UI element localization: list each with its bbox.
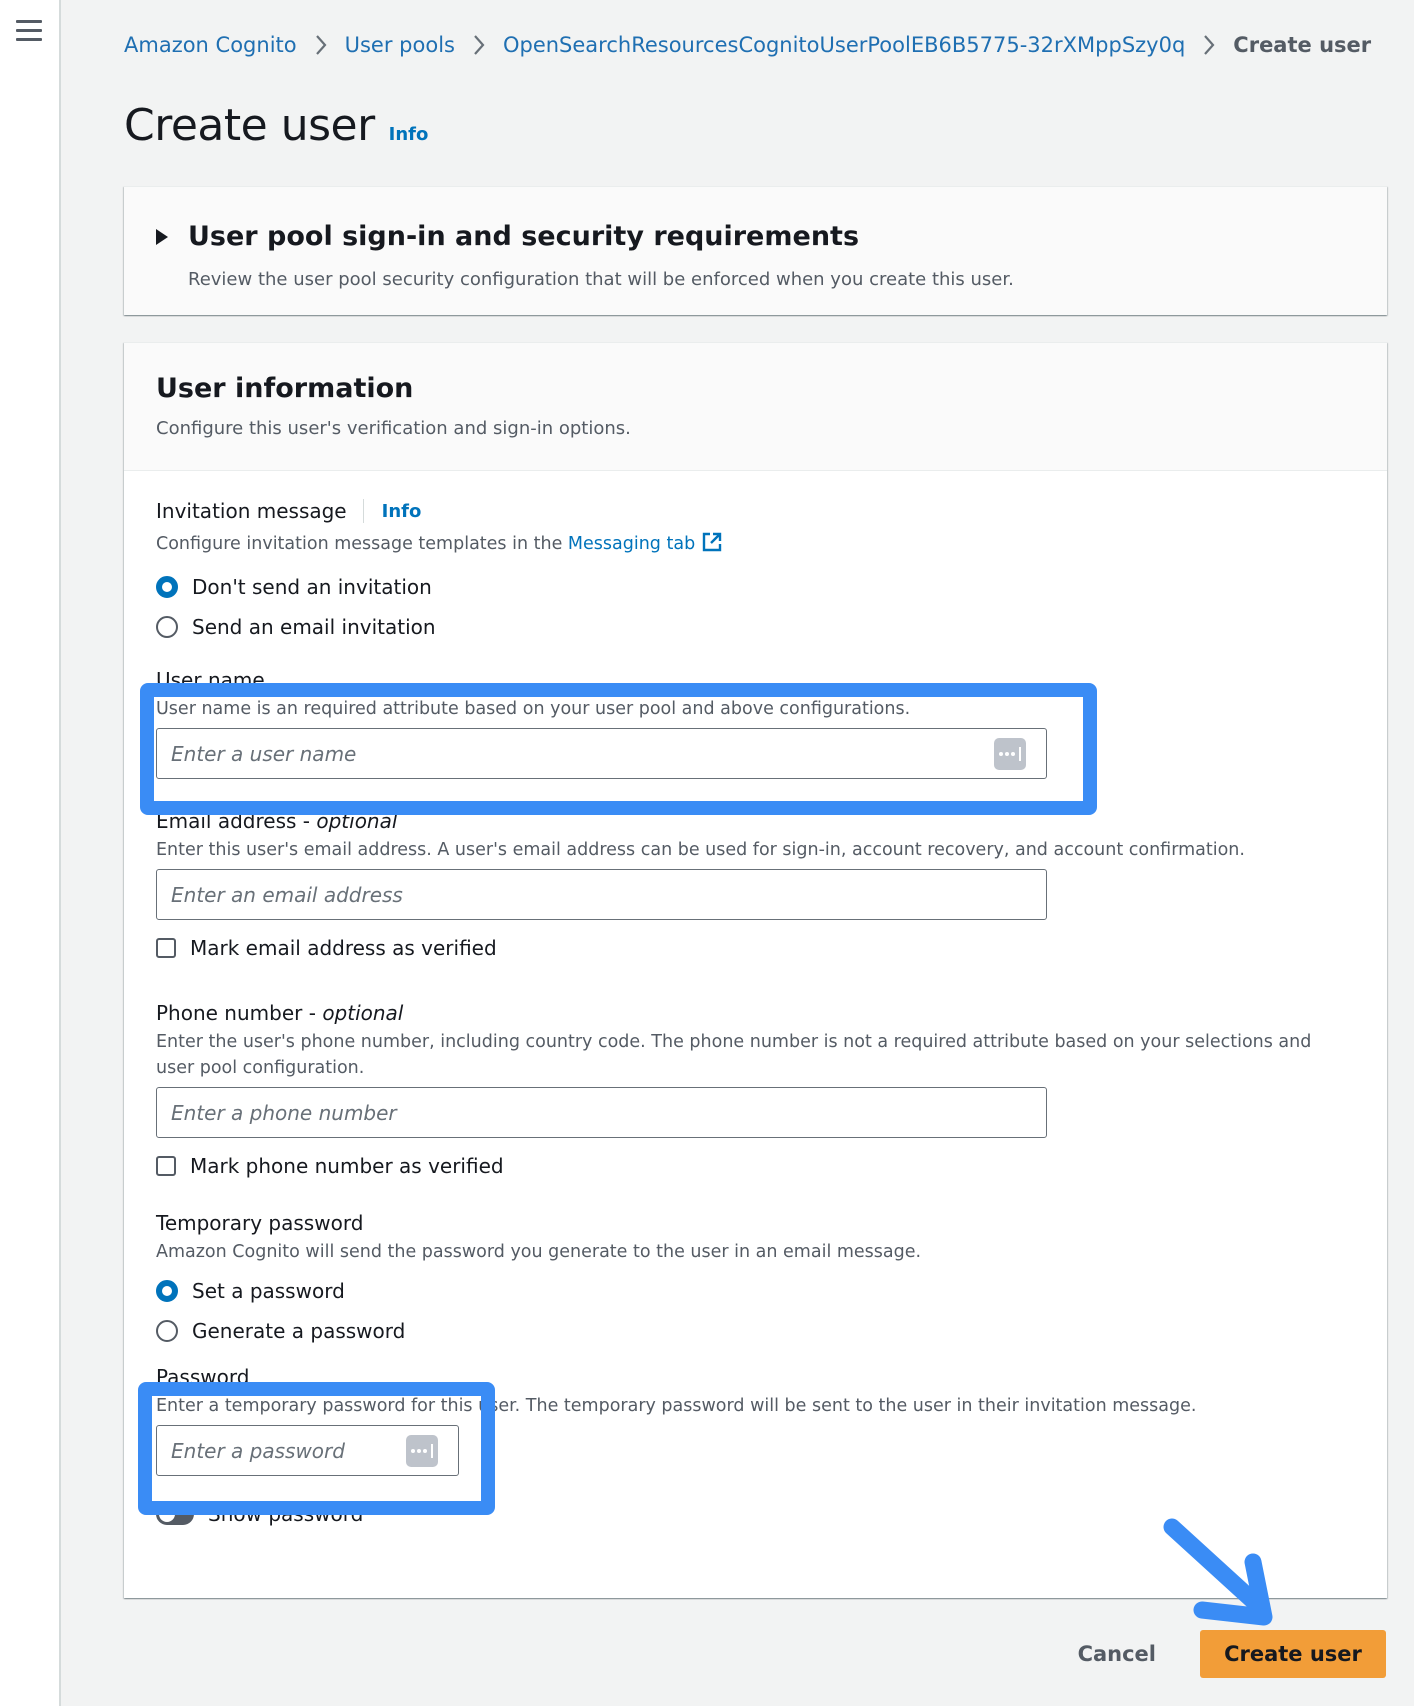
external-link-icon[interactable] <box>701 531 723 561</box>
phone-label-text: Phone number - <box>156 1001 316 1025</box>
email-label: Email address - optional <box>156 809 1245 833</box>
invitation-info-link[interactable]: Info <box>382 501 422 522</box>
email-placeholder: Enter an email address <box>171 882 403 907</box>
temporary-password-field: Temporary password Amazon Cognito will s… <box>156 1211 921 1351</box>
hint-text: Configure invitation message templates i… <box>156 534 568 554</box>
breadcrumb: Amazon Cognito User pools OpenSearchReso… <box>124 33 1371 57</box>
toggle-label: Show password <box>208 1502 364 1526</box>
optional-tag: optional <box>316 809 398 833</box>
cancel-button[interactable]: Cancel <box>1058 1642 1176 1666</box>
password-manager-icon[interactable] <box>994 738 1026 770</box>
radio-label: Send an email invitation <box>192 615 436 639</box>
radio-button-checked[interactable] <box>156 576 178 598</box>
username-field: User name User name is an required attri… <box>156 668 1047 779</box>
hamburger-menu-icon[interactable] <box>16 20 42 42</box>
phone-placeholder: Enter a phone number <box>171 1100 397 1125</box>
form-actions: Cancel Create user <box>1058 1630 1386 1678</box>
radio-button-checked[interactable] <box>156 1280 178 1302</box>
caret-right-icon <box>156 228 168 245</box>
chevron-right-icon <box>473 34 485 56</box>
password-placeholder: Enter a password <box>171 1438 345 1463</box>
breadcrumb-user-pools[interactable]: User pools <box>345 33 455 57</box>
messaging-tab-link[interactable]: Messaging tab <box>568 534 695 554</box>
radio-label: Don't send an invitation <box>192 575 432 599</box>
checkbox-label: Mark phone number as verified <box>190 1154 504 1178</box>
radio-button[interactable] <box>156 616 178 638</box>
mark-email-verified-checkbox[interactable]: Mark email address as verified <box>156 928 1245 968</box>
create-user-button[interactable]: Create user <box>1200 1630 1386 1678</box>
invitation-hint: Configure invitation message templates i… <box>156 531 723 561</box>
username-input[interactable]: Enter a user name <box>156 728 1047 779</box>
page-title: Create user <box>124 100 375 151</box>
email-label-text: Email address - <box>156 809 310 833</box>
chevron-right-icon <box>1203 34 1215 56</box>
section-description: Review the user pool security configurat… <box>188 269 1014 290</box>
phone-label: Phone number - optional <box>156 1001 1346 1025</box>
checkbox-label: Mark email address as verified <box>190 936 497 960</box>
toggle-switch[interactable] <box>156 1503 194 1525</box>
password-hint: Enter a temporary password for this user… <box>156 1396 1197 1416</box>
page-header: Create user Info <box>124 100 428 151</box>
info-link[interactable]: Info <box>389 124 429 145</box>
password-manager-icon[interactable] <box>406 1435 438 1467</box>
phone-input[interactable]: Enter a phone number <box>156 1087 1047 1138</box>
side-navigation <box>0 0 61 1706</box>
radio-send-email-invitation[interactable]: Send an email invitation <box>156 607 723 647</box>
email-input[interactable]: Enter an email address <box>156 869 1047 920</box>
password-label: Password <box>156 1365 250 1389</box>
panel-description: Configure this user's verification and s… <box>156 418 631 439</box>
radio-label: Set a password <box>192 1279 345 1303</box>
show-password-toggle[interactable]: Show password <box>156 1502 1196 1526</box>
phone-field: Phone number - optional Enter the user's… <box>156 1001 1346 1186</box>
invitation-message-field: Invitation message Info Configure invita… <box>156 499 723 647</box>
checkbox[interactable] <box>156 938 176 958</box>
email-field: Email address - optional Enter this user… <box>156 809 1245 968</box>
section-title: User pool sign-in and security requireme… <box>188 221 860 252</box>
invitation-label: Invitation message <box>156 499 347 523</box>
username-hint: User name is an required attribute based… <box>156 699 911 719</box>
radio-button[interactable] <box>156 1320 178 1342</box>
radio-generate-password[interactable]: Generate a password <box>156 1311 921 1351</box>
chevron-right-icon <box>315 34 327 56</box>
security-requirements-panel: User pool sign-in and security requireme… <box>124 186 1387 315</box>
username-placeholder: Enter a user name <box>171 741 357 766</box>
panel-header: User information Configure this user's v… <box>124 343 1387 471</box>
user-information-panel: User information Configure this user's v… <box>124 342 1387 1598</box>
password-field: Password Enter a temporary password for … <box>156 1365 1196 1526</box>
optional-tag: optional <box>322 1001 404 1025</box>
password-input[interactable]: Enter a password <box>156 1425 459 1476</box>
breadcrumb-user-pool[interactable]: OpenSearchResourcesCognitoUserPoolEB6B57… <box>503 33 1185 57</box>
temp-password-label: Temporary password <box>156 1211 364 1235</box>
mark-phone-verified-checkbox[interactable]: Mark phone number as verified <box>156 1146 1346 1186</box>
security-requirements-expander[interactable]: User pool sign-in and security requireme… <box>156 221 859 252</box>
temp-password-hint: Amazon Cognito will send the password yo… <box>156 1242 922 1262</box>
breadcrumb-amazon-cognito[interactable]: Amazon Cognito <box>124 33 297 57</box>
radio-label: Generate a password <box>192 1319 406 1343</box>
phone-hint: Enter the user's phone number, including… <box>156 1032 1312 1078</box>
breadcrumb-current: Create user <box>1233 33 1372 57</box>
email-hint: Enter this user's email address. A user'… <box>156 840 1245 860</box>
radio-dont-send-invitation[interactable]: Don't send an invitation <box>156 567 723 607</box>
checkbox[interactable] <box>156 1156 176 1176</box>
divider <box>362 499 364 523</box>
panel-title: User information <box>156 373 414 404</box>
username-label: User name <box>156 668 265 692</box>
radio-set-password[interactable]: Set a password <box>156 1271 921 1311</box>
